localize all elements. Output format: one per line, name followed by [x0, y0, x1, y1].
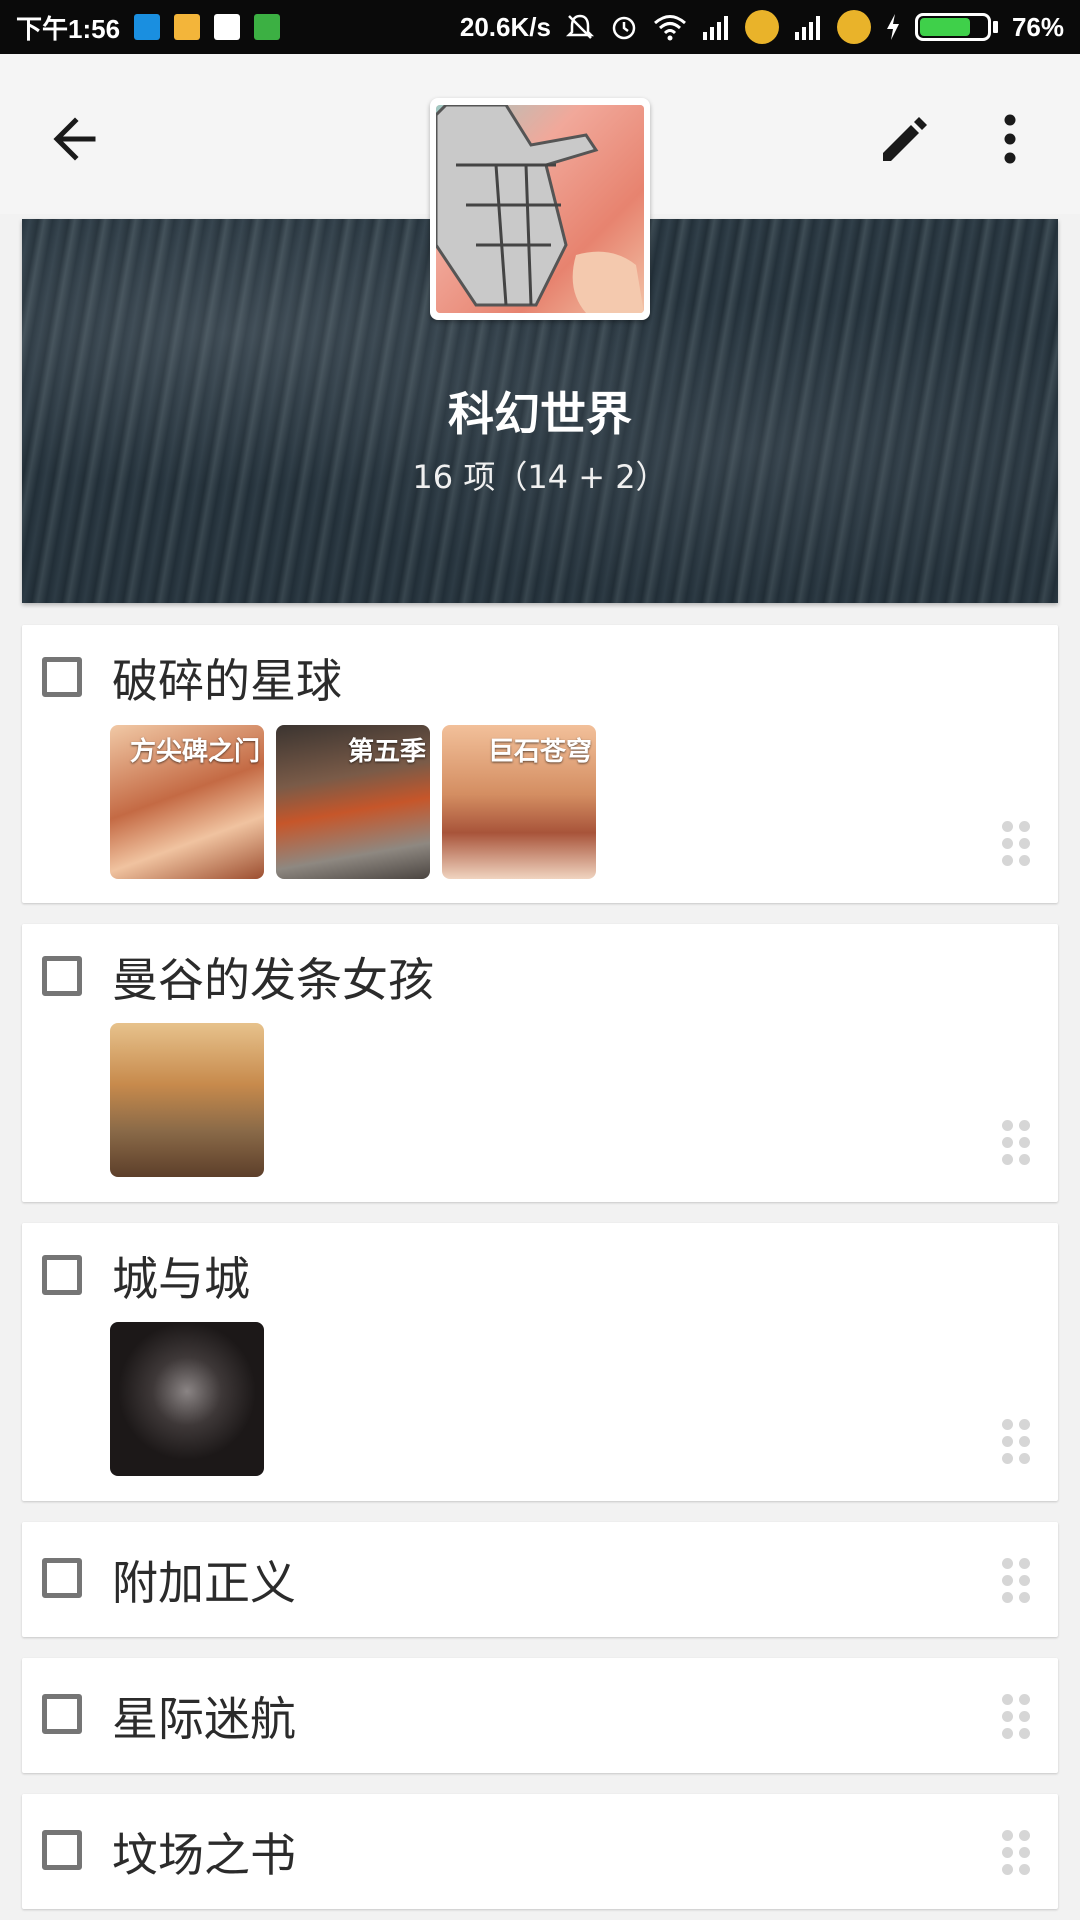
list-item[interactable]: 城与城: [22, 1223, 1058, 1501]
alarm-icon: [612, 16, 636, 40]
item-title: 城与城: [112, 1252, 250, 1306]
battery-icon: [914, 13, 998, 41]
book-cover-thumbnail[interactable]: 第五季: [276, 725, 430, 879]
wifi-icon: [653, 15, 686, 41]
collection-item-count: 16 项（14 + 2）: [412, 458, 668, 496]
charging-icon: [886, 14, 899, 40]
item-checkbox[interactable]: [42, 1694, 82, 1734]
drag-handle-icon[interactable]: [1002, 1558, 1032, 1604]
book-cover-thumbnail[interactable]: 巨石苍穹: [442, 725, 596, 879]
drag-handle-icon[interactable]: [1002, 1419, 1032, 1465]
emoji-icon: [744, 10, 779, 44]
status-time: 下午1:56: [16, 13, 121, 44]
item-checkbox[interactable]: [42, 1255, 82, 1295]
back-button[interactable]: [40, 104, 110, 174]
item-checkbox[interactable]: [42, 657, 82, 697]
list-item[interactable]: 星际迷航: [22, 1658, 1058, 1773]
more-vertical-icon: [1004, 114, 1016, 164]
pencil-icon: [883, 117, 927, 161]
book-cover-thumbnail[interactable]: [110, 1322, 264, 1476]
robot-hand-illustration: [436, 105, 644, 313]
list-item[interactable]: 破碎的星球 方尖碑之门 第五季 巨石苍穹: [22, 625, 1058, 903]
collection-cover-image[interactable]: [430, 98, 650, 320]
book-cover-thumbnail[interactable]: [110, 1023, 264, 1177]
item-checkbox[interactable]: [42, 1558, 82, 1598]
mute-icon: [565, 14, 594, 39]
list-item[interactable]: 附加正义: [22, 1522, 1058, 1637]
app-notification-icon: [214, 14, 241, 40]
arrow-left-icon: [53, 117, 96, 161]
item-title: 破碎的星球: [112, 654, 342, 708]
collection-title: 科幻世界: [448, 387, 632, 441]
notes-icon: [174, 14, 201, 40]
list-item[interactable]: 坟场之书: [22, 1794, 1058, 1909]
more-options-button[interactable]: [985, 104, 1035, 174]
item-checkbox[interactable]: [42, 1830, 82, 1870]
book-cover-title: 方尖碑之门: [129, 737, 260, 767]
list-item[interactable]: 曼谷的发条女孩: [22, 924, 1058, 1202]
network-speed: 20.6K/s: [459, 11, 551, 42]
emoji-icon: [836, 10, 871, 44]
drag-handle-icon[interactable]: [1002, 821, 1032, 867]
item-title: 星际迷航: [112, 1692, 296, 1746]
item-checkbox[interactable]: [42, 956, 82, 996]
drag-handle-icon[interactable]: [1002, 1694, 1032, 1740]
item-title: 坟场之书: [112, 1828, 296, 1882]
book-cover-title: 第五季: [347, 737, 426, 767]
item-title: 附加正义: [112, 1556, 296, 1610]
usb-icon: [134, 14, 161, 40]
signal-icon: [702, 16, 728, 40]
item-title: 曼谷的发条女孩: [112, 953, 434, 1007]
book-cover-thumbnail[interactable]: 方尖碑之门: [110, 725, 264, 879]
edit-button[interactable]: [870, 104, 940, 174]
android-icon: [254, 14, 281, 40]
status-bar: 下午1:56 20.6K/s 76%: [0, 0, 1080, 54]
drag-handle-icon[interactable]: [1002, 1120, 1032, 1166]
signal-icon: [794, 16, 820, 40]
battery-percent: 76%: [1011, 11, 1064, 42]
drag-handle-icon[interactable]: [1002, 1830, 1032, 1876]
book-cover-title: 巨石苍穹: [487, 737, 592, 767]
